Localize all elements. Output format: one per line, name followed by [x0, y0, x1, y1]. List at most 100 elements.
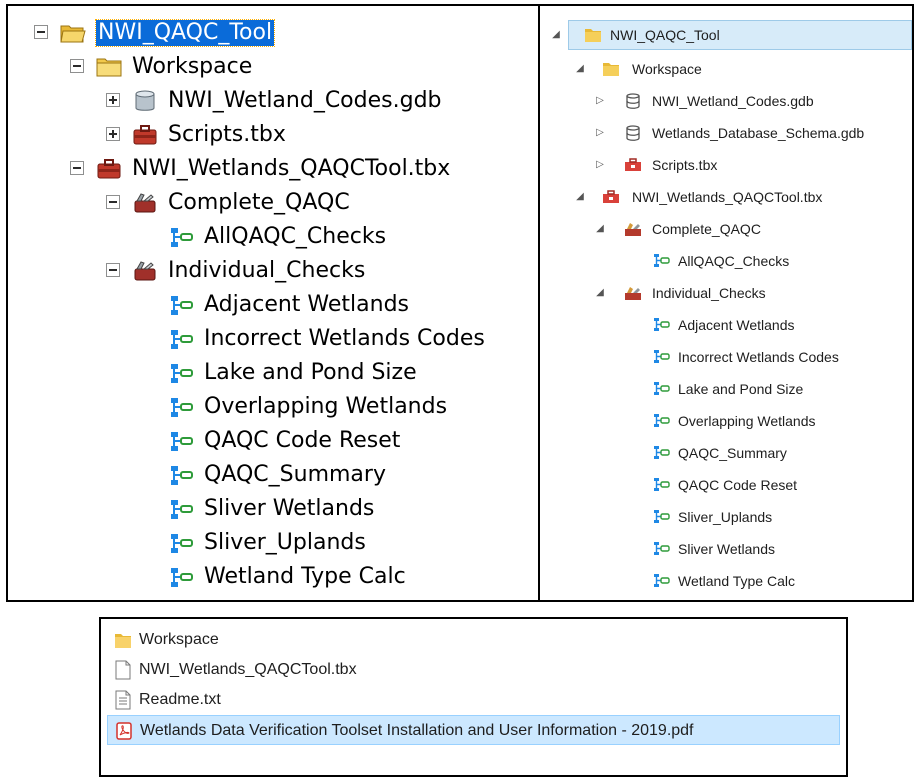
tree-item-wetland-type-calc[interactable]: Wetland Type Calc [540, 566, 912, 596]
model-tool-icon [171, 398, 193, 417]
folder-open-icon [60, 25, 86, 43]
tree-item-nwi-wetlands-qaqctool-tbx[interactable]: NWI_Wetlands_QAQCTool.tbx [8, 152, 538, 186]
model-tool-icon [654, 254, 670, 267]
tree-item-individual-checks[interactable]: Individual_Checks [8, 254, 538, 288]
tree-item-complete-qaqc[interactable]: ◢ Complete_QAQC [540, 214, 912, 244]
tree-item-nwi-wetlands-qaqctool-tbx[interactable]: ◢ NWI_Wetlands_QAQCTool.tbx [540, 182, 912, 212]
tree-item-label: QAQC Code Reset [678, 477, 798, 493]
model-tool-icon [654, 350, 670, 363]
model-tool-icon [654, 574, 670, 587]
tree-item-label: QAQC_Summary [678, 445, 787, 461]
database-icon [626, 93, 640, 109]
tree-item-nwi-wetland-codes-gdb[interactable]: NWI_Wetland_Codes.gdb [8, 84, 538, 118]
tree-item-label: Lake and Pond Size [204, 360, 417, 385]
tree-item-label: Adjacent Wetlands [204, 292, 410, 317]
expanded-arrow-icon[interactable]: ◢ [574, 54, 586, 84]
tree-item-adjacent-wetlands[interactable]: Adjacent Wetlands [8, 288, 538, 322]
file-name: NWI_Wetlands_QAQCTool.tbx [139, 661, 357, 678]
model-tool-icon [654, 478, 670, 491]
tree-item-qaqc-summary[interactable]: QAQC_Summary [540, 438, 912, 468]
tree-item-label: Workspace [632, 61, 702, 77]
tree-item-label: AllQAQC_Checks [678, 253, 790, 269]
tree-item-lake-and-pond-size[interactable]: Lake and Pond Size [540, 374, 912, 404]
model-tool-icon [171, 466, 193, 485]
tree-item-workspace[interactable]: Workspace [8, 50, 538, 84]
file-icon [115, 660, 131, 680]
file-item-readme-txt[interactable]: Readme.txt [107, 685, 840, 715]
tree-item-label: NWI_QAQC_Tool [610, 27, 720, 43]
tree-item-scripts-tbx[interactable]: ▷ Scripts.tbx [540, 150, 912, 180]
tree-item-wetlands-database-schema-gdb[interactable]: ▷ Wetlands_Database_Schema.gdb [540, 118, 912, 148]
tree-item-complete-qaqc[interactable]: Complete_QAQC [8, 186, 538, 220]
tree-item-label: Scripts.tbx [652, 157, 718, 173]
tree-item-wetland-type-calc[interactable]: Wetland Type Calc [8, 560, 538, 594]
expanded-arrow-icon[interactable]: ◢ [594, 278, 606, 308]
tree-item-sliver-uplands[interactable]: Sliver_Uplands [540, 502, 912, 532]
tree-item-label: NWI_Wetland_Codes.gdb [168, 88, 442, 113]
tree-item-qaqc-code-reset[interactable]: QAQC Code Reset [8, 424, 538, 458]
model-tool-icon [654, 542, 670, 555]
file-list: Workspace NWI_Wetlands_QAQCTool.tbx Read… [99, 617, 848, 777]
tree-item-label: Incorrect Wetlands Codes [678, 349, 839, 365]
tree-item-allqaqc-checks[interactable]: AllQAQC_Checks [8, 220, 538, 254]
tree-item-overlapping-wetlands[interactable]: Overlapping Wetlands [8, 390, 538, 424]
model-tool-icon [654, 382, 670, 395]
tree-item-label: Sliver_Uplands [204, 530, 366, 555]
tree-item-nwi-qaqc-tool[interactable]: ◢ NWI_QAQC_Tool [540, 20, 912, 50]
toolbox-icon [603, 190, 619, 203]
toolbox-icon [133, 125, 157, 145]
file-name: Readme.txt [139, 691, 221, 708]
model-tool-icon [171, 228, 193, 247]
tree-item-label: Individual_Checks [652, 285, 766, 301]
tree-item-nwi-wetland-codes-gdb[interactable]: ▷ NWI_Wetland_Codes.gdb [540, 86, 912, 116]
tree-item-individual-checks[interactable]: ◢ Individual_Checks [540, 278, 912, 308]
text-file-icon [115, 690, 131, 710]
toolset-icon [625, 287, 641, 300]
tree-item-incorrect-wetlands-codes[interactable]: Incorrect Wetlands Codes [540, 342, 912, 372]
collapsed-arrow-icon[interactable]: ▷ [594, 150, 606, 180]
tree-item-label: AllQAQC_Checks [204, 224, 387, 249]
collapse-toggle-icon[interactable] [106, 195, 120, 209]
tree-item-label: Complete_QAQC [652, 221, 761, 237]
collapse-toggle-icon[interactable] [106, 263, 120, 277]
tree-item-qaqc-code-reset[interactable]: QAQC Code Reset [540, 470, 912, 500]
collapse-toggle-icon[interactable] [70, 161, 84, 175]
file-item-nwi-wetlands-qaqctool-tbx[interactable]: NWI_Wetlands_QAQCTool.tbx [107, 655, 840, 685]
tree-item-qaqc-summary[interactable]: QAQC_Summary [8, 458, 538, 492]
tree-item-adjacent-wetlands[interactable]: Adjacent Wetlands [540, 310, 912, 340]
tree-item-overlapping-wetlands[interactable]: Overlapping Wetlands [540, 406, 912, 436]
tree-item-label: QAQC_Summary [204, 462, 386, 487]
tree-item-label: Scripts.tbx [168, 122, 286, 147]
expand-toggle-icon[interactable] [106, 127, 120, 141]
catalog-tree-arcmap: NWI_QAQC_Tool Workspace NWI_Wetland_Code… [6, 4, 540, 602]
toolbox-icon [625, 158, 641, 171]
collapse-toggle-icon[interactable] [70, 59, 84, 73]
file-item-user-information-pdf[interactable]: Wetlands Data Verification Toolset Insta… [107, 715, 840, 745]
tree-item-nwi-qaqc-tool[interactable]: NWI_QAQC_Tool [8, 16, 538, 50]
folder-icon [603, 63, 619, 76]
tree-item-incorrect-wetlands-codes[interactable]: Incorrect Wetlands Codes [8, 322, 538, 356]
tree-item-lake-and-pond-size[interactable]: Lake and Pond Size [8, 356, 538, 390]
model-tool-icon [171, 534, 193, 553]
tree-item-sliver-wetlands[interactable]: Sliver Wetlands [8, 492, 538, 526]
tree-item-allqaqc-checks[interactable]: AllQAQC_Checks [540, 246, 912, 276]
collapsed-arrow-icon[interactable]: ▷ [594, 118, 606, 148]
tree-item-sliver-wetlands[interactable]: Sliver Wetlands [540, 534, 912, 564]
expanded-arrow-icon[interactable]: ◢ [594, 214, 606, 244]
file-name: Wetlands Data Verification Toolset Insta… [140, 722, 694, 739]
toolset-icon [134, 193, 156, 213]
expand-toggle-icon[interactable] [106, 93, 120, 107]
collapsed-arrow-icon[interactable]: ▷ [594, 86, 606, 116]
tree-item-workspace[interactable]: ◢ Workspace [540, 54, 912, 84]
file-item-workspace[interactable]: Workspace [107, 625, 840, 655]
tree-item-scripts-tbx[interactable]: Scripts.tbx [8, 118, 538, 152]
model-tool-icon [171, 296, 193, 315]
tree-item-label: NWI_Wetlands_QAQCTool.tbx [632, 189, 823, 205]
folder-icon [585, 29, 601, 42]
expanded-arrow-icon[interactable]: ◢ [574, 182, 586, 212]
tree-item-label: Wetland Type Calc [204, 564, 406, 589]
tree-item-sliver-uplands[interactable]: Sliver_Uplands [8, 526, 538, 560]
collapse-toggle-icon[interactable] [34, 25, 48, 39]
toolbox-icon [97, 159, 121, 179]
expanded-arrow-icon[interactable]: ◢ [550, 20, 562, 50]
